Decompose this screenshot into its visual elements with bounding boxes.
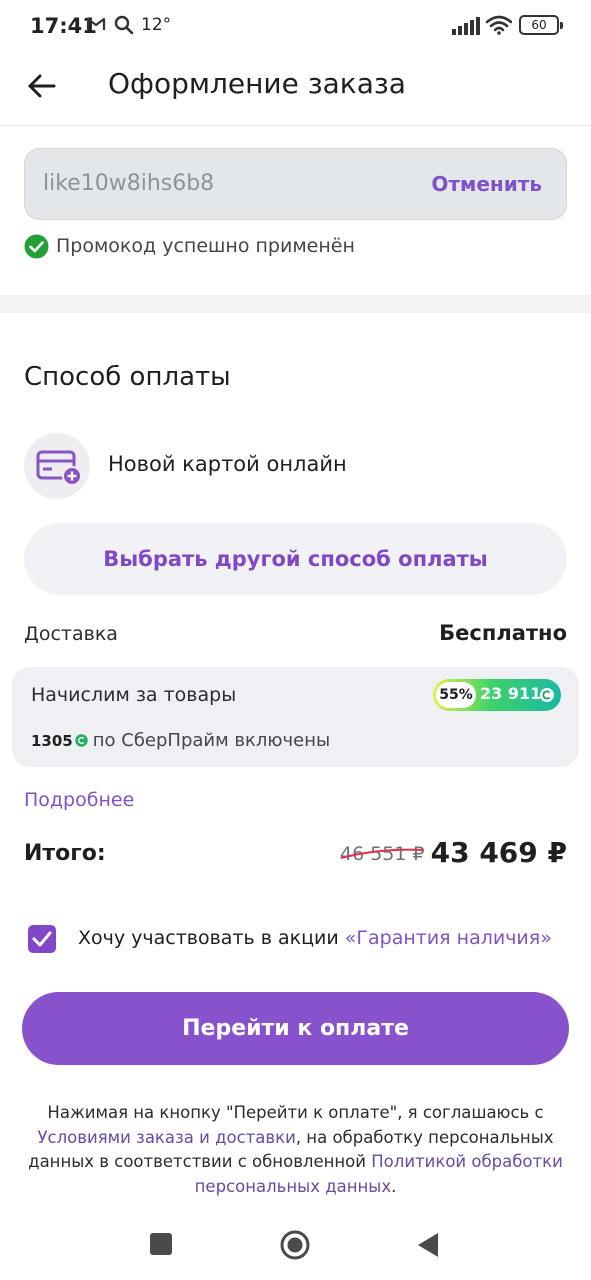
sberprime-line: 1305 по СберПрайм включены xyxy=(31,730,330,751)
check-circle-icon xyxy=(24,234,49,258)
sber-coin-icon xyxy=(75,734,88,747)
bonus-amount: 23 911 xyxy=(480,684,542,703)
promo-code-field[interactable]: like10w8ihs6b8 Отменить xyxy=(24,148,567,220)
guarantee-text: Хочу участвовать в акции xyxy=(78,927,339,949)
bonus-title: Начислим за товары xyxy=(31,684,237,706)
delivery-value: Бесплатно xyxy=(439,621,567,645)
delivery-label: Доставка xyxy=(24,623,118,645)
promo-code-value: like10w8ihs6b8 xyxy=(43,171,215,196)
guarantee-label[interactable]: Хочу участвовать в акции «Гарантия налич… xyxy=(78,927,552,949)
wifi-icon xyxy=(486,15,512,35)
bonus-badge: 55% 23 911 xyxy=(433,679,561,711)
go-to-payment-button[interactable]: Перейти к оплате xyxy=(22,992,569,1065)
guarantee-link[interactable]: «Гарантия наличия» xyxy=(345,927,552,949)
terms-link[interactable]: Условиями заказа и доставки xyxy=(37,1128,295,1147)
legal-text: Нажимая на кнопку "Перейти к оплате", я … xyxy=(24,1101,567,1199)
add-card-icon xyxy=(36,450,82,486)
battery-indicator: 60 xyxy=(519,15,563,35)
cellular-signal-icon xyxy=(452,17,480,35)
legal-part1: Нажимая на кнопку "Перейти к оплате", я … xyxy=(47,1103,544,1122)
page-header: Оформление заказа xyxy=(0,52,591,126)
sberprime-text: по СберПрайм включены xyxy=(92,730,331,751)
gmail-icon xyxy=(86,17,106,30)
back-arrow-icon[interactable] xyxy=(24,68,60,104)
choose-other-payment-button[interactable]: Выбрать другой способ оплаты xyxy=(24,523,567,595)
total-price: 43 469 ₽ xyxy=(430,836,567,869)
promo-status-text: Промокод успешно применён xyxy=(56,235,355,257)
payment-method-label[interactable]: Новой картой онлайн xyxy=(108,452,347,476)
nav-back-icon[interactable] xyxy=(416,1231,440,1259)
sberprime-amount: 1305 xyxy=(31,731,73,750)
status-temperature: 12° xyxy=(141,15,172,35)
status-bar: 17:41 12° 60 xyxy=(0,0,591,52)
recent-apps-icon[interactable] xyxy=(150,1233,172,1255)
home-icon[interactable] xyxy=(280,1230,310,1260)
payment-section-title: Способ оплаты xyxy=(24,362,231,392)
page-title: Оформление заказа xyxy=(108,67,406,100)
guarantee-checkbox[interactable] xyxy=(28,925,56,953)
promo-status: Промокод успешно применён xyxy=(24,232,355,260)
search-icon xyxy=(114,15,134,35)
checkmark-icon xyxy=(32,931,52,947)
new-card-icon-wrapper[interactable] xyxy=(24,433,90,499)
section-divider xyxy=(0,295,591,313)
bonus-box: Начислим за товары 55% 23 911 1305 по Сб… xyxy=(12,667,579,767)
system-nav-bar xyxy=(0,1210,591,1280)
sber-coin-icon xyxy=(540,688,554,702)
bonus-percent: 55% xyxy=(436,682,476,708)
legal-part3: . xyxy=(391,1176,397,1196)
old-price-strikethrough xyxy=(340,848,424,859)
promo-cancel-button[interactable]: Отменить xyxy=(431,172,542,196)
more-details-link[interactable]: Подробнее xyxy=(24,789,134,811)
total-label: Итого: xyxy=(24,841,106,866)
